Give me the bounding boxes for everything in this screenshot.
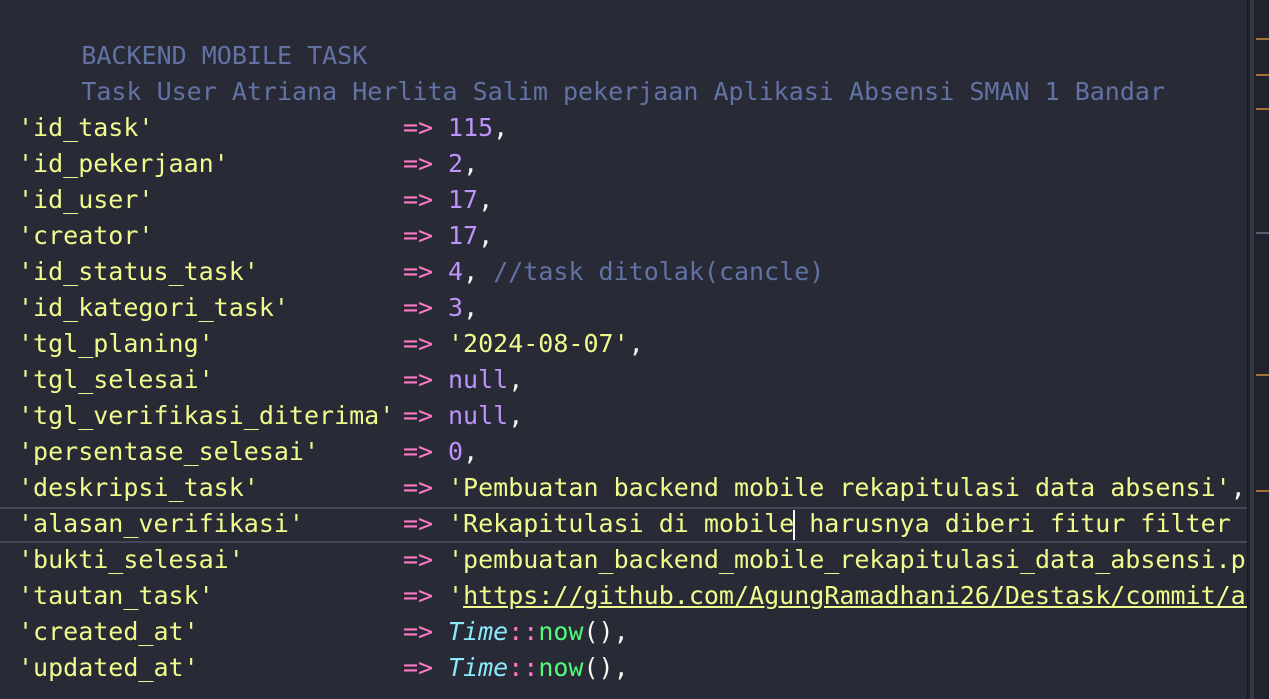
array-key: 'id_task' — [18, 113, 154, 142]
inline-comment: //task ditolak(cancle) — [493, 257, 825, 286]
code-line-id-pekerjaan[interactable]: 'id_pekerjaan' => 2, — [0, 146, 1247, 182]
comma: , — [493, 113, 509, 142]
class-name: Time — [448, 653, 509, 682]
array-key: 'tgl_planing' — [18, 329, 214, 358]
arrow-operator: => — [403, 365, 434, 394]
arrow-operator: => — [403, 473, 434, 502]
comma: , — [613, 617, 629, 646]
code-line-updated-at[interactable]: 'updated_at' => Time::now(), — [0, 650, 1247, 686]
minimap-marker — [1256, 38, 1269, 40]
array-key: 'tautan_task' — [18, 581, 214, 610]
array-key: 'id_kategori_task' — [18, 293, 289, 322]
array-key: 'tgl_verifikasi_diterima' — [18, 401, 395, 430]
code-line-id-kategori-task[interactable]: 'id_kategori_task' => 3, — [0, 290, 1247, 326]
comma: , — [478, 221, 494, 250]
code-line-tautan-task[interactable]: 'tautan_task' => 'https://github.com/Agu… — [0, 578, 1247, 614]
arrow-operator: => — [403, 185, 434, 214]
minimap-marker — [1256, 232, 1269, 234]
comma: , — [508, 401, 524, 430]
code-editor[interactable]: BACKEND MOBILE TASK Task User Atriana He… — [0, 0, 1269, 699]
arrow-operator: => — [403, 653, 434, 682]
code-line-id-status-task[interactable]: 'id_status_task' => 4, //task ditolak(ca… — [0, 254, 1247, 290]
code-line-tgl-verifikasi-diterima[interactable]: 'tgl_verifikasi_diterima' => null, — [0, 398, 1247, 434]
comment-line-subtitle: Task User Atriana Herlita Salim pekerjaa… — [0, 38, 1165, 106]
number-value: 0 — [448, 437, 464, 466]
string-quote: ' — [448, 581, 464, 610]
array-key: 'bukti_selesai' — [18, 545, 244, 574]
scope-operator: :: — [508, 653, 539, 682]
array-key: 'persentase_selesai' — [18, 437, 320, 466]
comma: , — [463, 293, 479, 322]
minimap-marker — [1256, 108, 1269, 110]
null-value: null — [448, 365, 509, 394]
array-key: 'updated_at' — [18, 653, 199, 682]
array-key: 'alasan_verifikasi' — [18, 509, 304, 538]
null-value: null — [448, 401, 509, 430]
code-line-tgl-selesai[interactable]: 'tgl_selesai' => null, — [0, 362, 1247, 398]
code-line-deskripsi-task[interactable]: 'deskripsi_task' => 'Pembuatan backend m… — [0, 470, 1247, 506]
comment-subtitle: Task User Atriana Herlita Salim pekerjaa… — [81, 77, 1166, 106]
comma: , — [508, 365, 524, 394]
arrow-operator: => — [403, 113, 434, 142]
arrow-operator: => — [403, 149, 434, 178]
number-value: 4 — [448, 257, 464, 286]
array-key: 'id_user' — [18, 185, 154, 214]
string-value: 'Pembuatan backend mobile rekapitulasi d… — [448, 473, 1231, 502]
string-value: 'pembuatan_backend_mobile_rekapitulasi_d… — [448, 545, 1247, 574]
arrow-operator: => — [403, 221, 434, 250]
arrow-operator: => — [403, 509, 434, 538]
code-line-persentase-selesai[interactable]: 'persentase_selesai' => 0, — [0, 434, 1247, 470]
number-value: 17 — [448, 185, 479, 214]
number-value: 3 — [448, 293, 464, 322]
arrow-operator: => — [403, 545, 434, 574]
array-key: 'deskripsi_task' — [18, 473, 259, 502]
url-link[interactable]: https://github.com/AgungRamadhani26/Dest… — [463, 581, 1247, 610]
arrow-operator: => — [403, 401, 434, 430]
parentheses: () — [583, 617, 614, 646]
array-key: 'tgl_selesai' — [18, 365, 214, 394]
arrow-operator: => — [403, 329, 434, 358]
number-value: 2 — [448, 149, 464, 178]
comment-line-title: BACKEND MOBILE TASK — [0, 2, 367, 70]
array-key: 'created_at' — [18, 617, 199, 646]
arrow-operator: => — [403, 581, 434, 610]
scope-operator: :: — [508, 617, 539, 646]
comma: , — [463, 149, 479, 178]
arrow-operator: => — [403, 617, 434, 646]
minimap-scrollbar[interactable] — [1250, 0, 1254, 699]
string-value: '2024-08-07' — [448, 329, 629, 358]
minimap-marker — [1256, 490, 1269, 492]
method-name: now — [538, 653, 584, 682]
code-line-id-task[interactable]: 'id_task' => 115, — [0, 110, 1247, 146]
minimap[interactable] — [1247, 0, 1269, 699]
string-value-before-cursor: 'Rekapitulasi di mobile — [448, 509, 795, 538]
method-name: now — [538, 617, 584, 646]
code-line-bukti-selesai[interactable]: 'bukti_selesai' => 'pembuatan_backend_mo… — [0, 542, 1247, 578]
code-line-tgl-planing[interactable]: 'tgl_planing' => '2024-08-07', — [0, 326, 1247, 362]
arrow-operator: => — [403, 437, 434, 466]
string-value-after-cursor: harusnya diberi fitur filter s — [794, 509, 1247, 538]
array-key: 'creator' — [18, 221, 154, 250]
comma: , — [613, 653, 629, 682]
code-line-creator[interactable]: 'creator' => 17, — [0, 218, 1247, 254]
array-key: 'id_status_task' — [18, 257, 259, 286]
class-name: Time — [448, 617, 509, 646]
comma: , — [463, 437, 479, 466]
number-value: 17 — [448, 221, 479, 250]
comma: , — [478, 185, 494, 214]
array-key: 'id_pekerjaan' — [18, 149, 229, 178]
minimap-marker — [1256, 374, 1269, 376]
comma: , — [463, 257, 479, 286]
code-line-id-user[interactable]: 'id_user' => 17, — [0, 182, 1247, 218]
minimap-marker — [1256, 74, 1269, 76]
comma: , — [1230, 473, 1246, 502]
arrow-operator: => — [403, 257, 434, 286]
parentheses: () — [583, 653, 614, 682]
code-line-alasan-verifikasi[interactable]: 'alasan_verifikasi' => 'Rekapitulasi di … — [0, 506, 1247, 542]
code-area[interactable]: BACKEND MOBILE TASK Task User Atriana He… — [0, 0, 1247, 699]
comma: , — [628, 329, 644, 358]
arrow-operator: => — [403, 293, 434, 322]
code-line-created-at[interactable]: 'created_at' => Time::now(), — [0, 614, 1247, 650]
number-value: 115 — [448, 113, 494, 142]
